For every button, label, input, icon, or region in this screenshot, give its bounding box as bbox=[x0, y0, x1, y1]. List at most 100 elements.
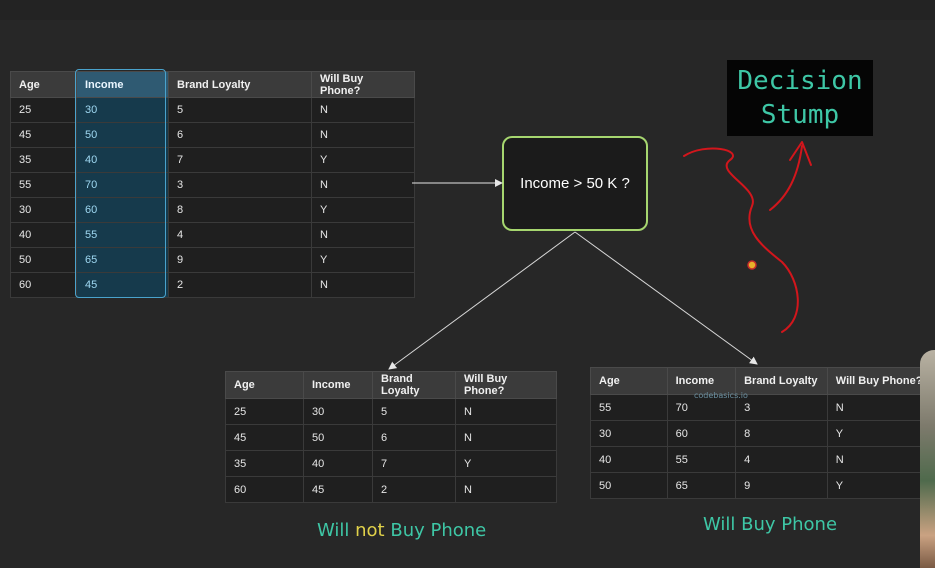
table-cell: 40 bbox=[10, 222, 77, 248]
presenter-video-edge bbox=[920, 350, 935, 568]
table-cell: Y bbox=[311, 197, 415, 223]
outcome-left-part1: Will bbox=[317, 520, 356, 541]
right-table-header-row: Age Income Brand Loyalty Will Buy Phone? bbox=[590, 367, 935, 395]
table-cell: Y bbox=[455, 450, 557, 477]
table-row: 45 50 6 N bbox=[10, 122, 415, 148]
table-cell: 4 bbox=[168, 222, 312, 248]
table-cell: N bbox=[455, 424, 557, 451]
header-age: Age bbox=[10, 71, 77, 98]
table-cell: N bbox=[311, 272, 415, 298]
table-row: 35 40 7 Y bbox=[10, 147, 415, 173]
table-cell: 6 bbox=[168, 122, 312, 148]
table-cell: 40 bbox=[76, 147, 169, 173]
table-row: 45 50 6 N bbox=[225, 424, 557, 451]
table-cell: 8 bbox=[168, 197, 312, 223]
table-cell: N bbox=[311, 172, 415, 198]
table-cell: N bbox=[826, 394, 935, 421]
table-row: 25 30 5 N bbox=[225, 398, 557, 425]
table-row: 55 70 3 N bbox=[10, 172, 415, 198]
decision-stump-title: Decision Stump bbox=[727, 60, 873, 136]
table-cell: N bbox=[826, 446, 935, 473]
table-cell: N bbox=[311, 122, 415, 148]
table-cell: 30 bbox=[590, 420, 668, 447]
table-cell: 60 bbox=[76, 197, 169, 223]
table-cell: Y bbox=[311, 147, 415, 173]
table-cell: 60 bbox=[666, 420, 737, 447]
table-cell: 8 bbox=[735, 420, 828, 447]
header-income: Income bbox=[76, 71, 169, 98]
right-branch-table: Age Income Brand Loyalty Will Buy Phone?… bbox=[590, 367, 935, 499]
table-row: 40 55 4 N bbox=[10, 222, 415, 248]
table-cell: 40 bbox=[303, 450, 373, 477]
table-cell: 5 bbox=[372, 398, 456, 425]
table-cell: 50 bbox=[10, 247, 77, 273]
table-cell: 65 bbox=[76, 247, 169, 273]
table-cell: N bbox=[311, 97, 415, 123]
cursor-dot bbox=[747, 260, 757, 270]
left-table-header-row: Age Income Brand Loyalty Will Buy Phone? bbox=[225, 371, 557, 399]
table-cell: 3 bbox=[168, 172, 312, 198]
table-cell: N bbox=[455, 476, 557, 503]
table-cell: 9 bbox=[735, 472, 828, 499]
table-cell: N bbox=[311, 222, 415, 248]
decision-node: Income > 50 K ? bbox=[502, 136, 648, 231]
header-age: Age bbox=[225, 371, 304, 399]
table-cell: 30 bbox=[303, 398, 373, 425]
header-will-buy: Will Buy Phone? bbox=[826, 367, 935, 395]
right-branch-arrow bbox=[574, 231, 758, 365]
outcome-will-not-buy: Will not Buy Phone bbox=[317, 520, 486, 541]
table-cell: 50 bbox=[303, 424, 373, 451]
table-row: 25 30 5 N bbox=[10, 97, 415, 123]
table-row: 50 65 9 Y bbox=[10, 247, 415, 273]
left-branch-arrow bbox=[388, 231, 576, 370]
title-line-1: Decision bbox=[737, 66, 863, 96]
main-table-header-row: Age Income Brand Loyalty Will Buy Phone? bbox=[10, 71, 415, 98]
table-cell: 30 bbox=[76, 97, 169, 123]
table-row: 50 65 9 Y bbox=[590, 472, 935, 499]
table-cell: 60 bbox=[225, 476, 304, 503]
table-row: 30 60 8 Y bbox=[590, 420, 935, 447]
table-cell: 35 bbox=[10, 147, 77, 173]
table-cell: 55 bbox=[76, 222, 169, 248]
table-cell: Y bbox=[826, 472, 935, 499]
table-row: 30 60 8 Y bbox=[10, 197, 415, 223]
main-data-table: Age Income Brand Loyalty Will Buy Phone?… bbox=[10, 71, 415, 298]
table-cell: 30 bbox=[10, 197, 77, 223]
table-cell: 2 bbox=[372, 476, 456, 503]
header-brand-loyalty: Brand Loyalty bbox=[735, 367, 828, 395]
watermark: codebasics.io bbox=[694, 391, 748, 400]
table-cell: 7 bbox=[372, 450, 456, 477]
table-cell: 6 bbox=[372, 424, 456, 451]
red-annotation-pointer bbox=[769, 141, 812, 211]
table-cell: Y bbox=[311, 247, 415, 273]
table-row: 40 55 4 N bbox=[590, 446, 935, 473]
outcome-left-part3: Buy Phone bbox=[384, 520, 487, 541]
table-cell: 55 bbox=[590, 394, 668, 421]
table-cell: 9 bbox=[168, 247, 312, 273]
table-cell: 60 bbox=[10, 272, 77, 298]
left-branch-table: Age Income Brand Loyalty Will Buy Phone?… bbox=[225, 371, 557, 503]
table-row: 55 70 3 N bbox=[590, 394, 935, 421]
table-cell: 3 bbox=[735, 394, 828, 421]
title-line-2: Stump bbox=[760, 100, 840, 130]
header-brand-loyalty: Brand Loyalty bbox=[372, 371, 456, 399]
table-cell: 25 bbox=[10, 97, 77, 123]
table-row: 35 40 7 Y bbox=[225, 450, 557, 477]
table-cell: 45 bbox=[303, 476, 373, 503]
top-band bbox=[0, 0, 935, 20]
table-cell: 55 bbox=[666, 446, 737, 473]
table-cell: Y bbox=[826, 420, 935, 447]
table-cell: 2 bbox=[168, 272, 312, 298]
table-cell: 25 bbox=[225, 398, 304, 425]
table-cell: 45 bbox=[76, 272, 169, 298]
table-cell: 45 bbox=[10, 122, 77, 148]
table-cell: 35 bbox=[225, 450, 304, 477]
header-will-buy: Will Buy Phone? bbox=[455, 371, 557, 399]
outcome-will-buy: Will Buy Phone bbox=[703, 514, 838, 535]
table-row: 60 45 2 N bbox=[225, 476, 557, 503]
table-cell: 70 bbox=[76, 172, 169, 198]
header-will-buy: Will Buy Phone? bbox=[311, 71, 415, 98]
header-age: Age bbox=[590, 367, 668, 395]
red-annotation-arrow bbox=[683, 147, 799, 333]
outcome-left-negation: not bbox=[355, 520, 385, 541]
